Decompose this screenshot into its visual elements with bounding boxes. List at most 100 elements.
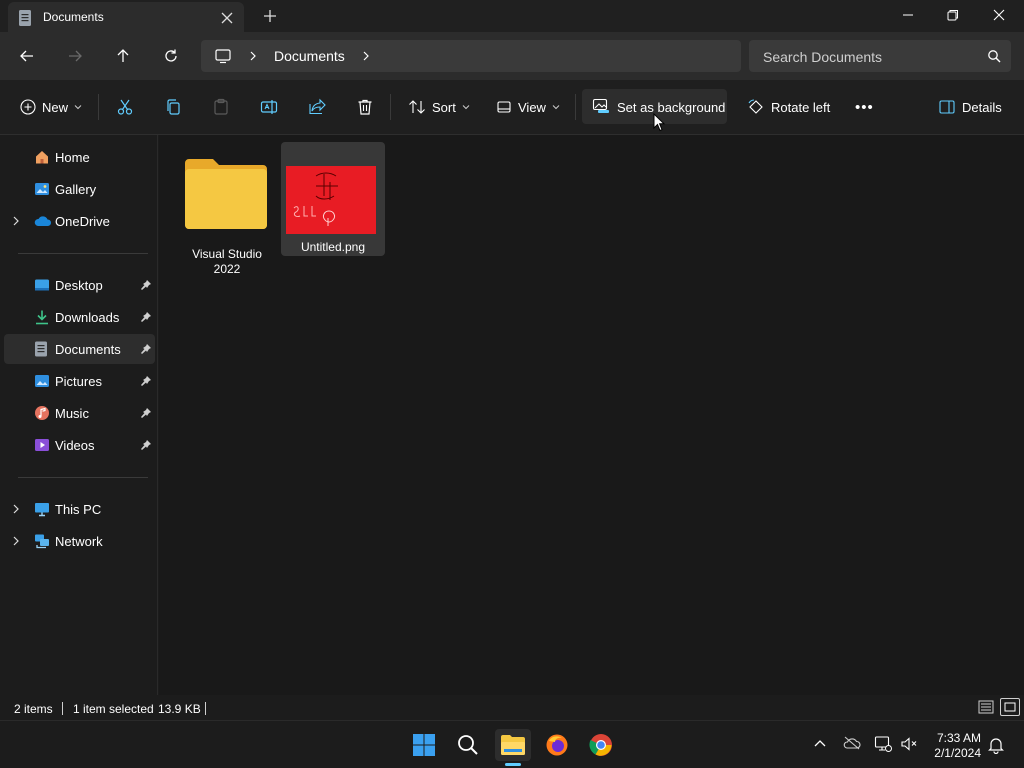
sidebar-item-onedrive[interactable]: OneDrive xyxy=(4,206,155,236)
copy-button[interactable] xyxy=(164,92,182,122)
sort-icon xyxy=(408,99,426,115)
clock-time[interactable]: 7:33 AM xyxy=(937,731,981,745)
tiles-view-icon[interactable] xyxy=(1000,698,1020,716)
sidebar-label: This PC xyxy=(55,502,102,517)
restore-button[interactable] xyxy=(930,0,976,30)
status-bar: 2 items 1 item selected 13.9 KB xyxy=(0,695,1024,720)
firefox-taskbar-icon[interactable] xyxy=(539,729,575,761)
view-button[interactable]: View xyxy=(496,92,560,122)
notification-bell-icon[interactable] xyxy=(988,736,1004,754)
sort-label: Sort xyxy=(432,99,456,115)
sidebar-item-downloads[interactable]: Downloads xyxy=(4,302,155,332)
chevron-right-icon[interactable] xyxy=(362,50,370,62)
taskbar: 7:33 AM 2/1/2024 xyxy=(0,720,1024,768)
chevron-up-icon[interactable] xyxy=(813,738,827,748)
new-label: New xyxy=(42,99,69,115)
pin-icon[interactable] xyxy=(140,343,152,355)
clock-date[interactable]: 2/1/2024 xyxy=(934,746,981,760)
start-button[interactable] xyxy=(406,729,442,761)
image-thumbnail xyxy=(286,166,376,234)
network-icon xyxy=(34,533,50,549)
sort-button[interactable]: Sort xyxy=(408,92,470,122)
sidebar-label: Desktop xyxy=(55,278,103,293)
details-view-icon[interactable] xyxy=(978,700,994,714)
gallery-icon xyxy=(34,181,50,197)
sidebar-item-documents[interactable]: Documents xyxy=(4,334,155,364)
file-item-folder[interactable]: Visual Studio 2022 xyxy=(181,143,273,276)
copy-icon xyxy=(164,98,182,116)
pin-icon[interactable] xyxy=(140,279,152,291)
close-tab-icon[interactable] xyxy=(218,9,236,27)
search-input[interactable]: Search Documents xyxy=(749,40,1011,72)
divider xyxy=(205,702,206,715)
close-window-button[interactable] xyxy=(976,0,1022,30)
chevron-right-icon[interactable] xyxy=(11,215,21,227)
rename-button[interactable] xyxy=(260,92,278,122)
sidebar-item-music[interactable]: Music xyxy=(4,398,155,428)
sidebar-label: Documents xyxy=(55,342,121,357)
chevron-right-icon[interactable] xyxy=(11,535,21,547)
sidebar-item-desktop[interactable]: Desktop xyxy=(4,270,155,300)
share-icon xyxy=(308,98,326,116)
pin-icon[interactable] xyxy=(140,407,152,419)
sidebar-item-this-pc[interactable]: This PC xyxy=(4,494,155,524)
tab-documents[interactable]: Documents xyxy=(8,2,244,32)
new-button[interactable]: New xyxy=(20,92,82,122)
more-options-button[interactable]: ••• xyxy=(855,92,874,122)
file-item-image[interactable]: Untitled.png xyxy=(281,142,385,256)
divider xyxy=(390,94,391,120)
folder-icon xyxy=(183,155,269,231)
desktop-icon xyxy=(34,277,50,293)
chrome-taskbar-icon[interactable] xyxy=(583,729,619,761)
delete-button[interactable] xyxy=(356,92,374,122)
sidebar-label: OneDrive xyxy=(55,214,110,229)
share-button[interactable] xyxy=(308,92,326,122)
sidebar-item-pictures[interactable]: Pictures xyxy=(4,366,155,396)
cut-button[interactable] xyxy=(116,92,134,122)
up-button[interactable] xyxy=(111,44,135,68)
computer-icon xyxy=(34,501,50,517)
forward-button[interactable] xyxy=(63,44,87,68)
divider xyxy=(98,94,99,120)
pictures-icon xyxy=(34,373,50,389)
chevron-down-icon xyxy=(552,104,560,110)
search-icon[interactable] xyxy=(987,49,1001,63)
details-button[interactable]: Details xyxy=(938,92,1002,122)
pin-icon[interactable] xyxy=(140,439,152,451)
pin-icon[interactable] xyxy=(140,375,152,387)
item-count: 2 items xyxy=(14,702,53,716)
sidebar-item-videos[interactable]: Videos xyxy=(4,430,155,460)
rotate-left-button[interactable]: Rotate left xyxy=(747,92,830,122)
paste-button[interactable] xyxy=(212,92,230,122)
pin-icon[interactable] xyxy=(140,311,152,323)
chevron-right-icon[interactable] xyxy=(11,503,21,515)
back-button[interactable] xyxy=(15,44,39,68)
divider xyxy=(18,477,148,478)
chevron-down-icon xyxy=(74,104,82,110)
sidebar-item-gallery[interactable]: Gallery xyxy=(4,174,155,204)
title-bar: Documents xyxy=(0,0,1024,32)
sidebar-label: Videos xyxy=(55,438,95,453)
sidebar-item-network[interactable]: Network xyxy=(4,526,155,556)
minimize-button[interactable] xyxy=(885,0,931,30)
chevron-right-icon[interactable] xyxy=(249,50,257,62)
sidebar-label: Home xyxy=(55,150,90,165)
breadcrumb-documents[interactable]: Documents xyxy=(274,48,345,64)
active-app-indicator xyxy=(505,763,521,766)
cloud-offline-icon[interactable] xyxy=(843,736,861,750)
network-status-icon[interactable] xyxy=(874,735,892,753)
cloud-icon xyxy=(34,213,52,229)
sidebar-item-home[interactable]: Home xyxy=(4,142,155,172)
address-bar[interactable]: Documents xyxy=(201,40,741,72)
more-icon: ••• xyxy=(855,98,874,116)
search-taskbar-icon[interactable] xyxy=(450,729,486,761)
command-bar: New Sort View Set as background Rotate l… xyxy=(0,80,1024,135)
file-explorer-taskbar-icon[interactable] xyxy=(495,729,531,761)
navigation-pane: Home Gallery OneDrive Desktop Downloads xyxy=(0,135,158,695)
refresh-button[interactable] xyxy=(159,44,183,68)
new-tab-icon[interactable] xyxy=(262,8,278,24)
view-label: View xyxy=(518,99,546,115)
sidebar-label: Network xyxy=(55,534,103,549)
volume-muted-icon[interactable] xyxy=(900,736,918,752)
wallpaper-icon xyxy=(592,98,610,114)
